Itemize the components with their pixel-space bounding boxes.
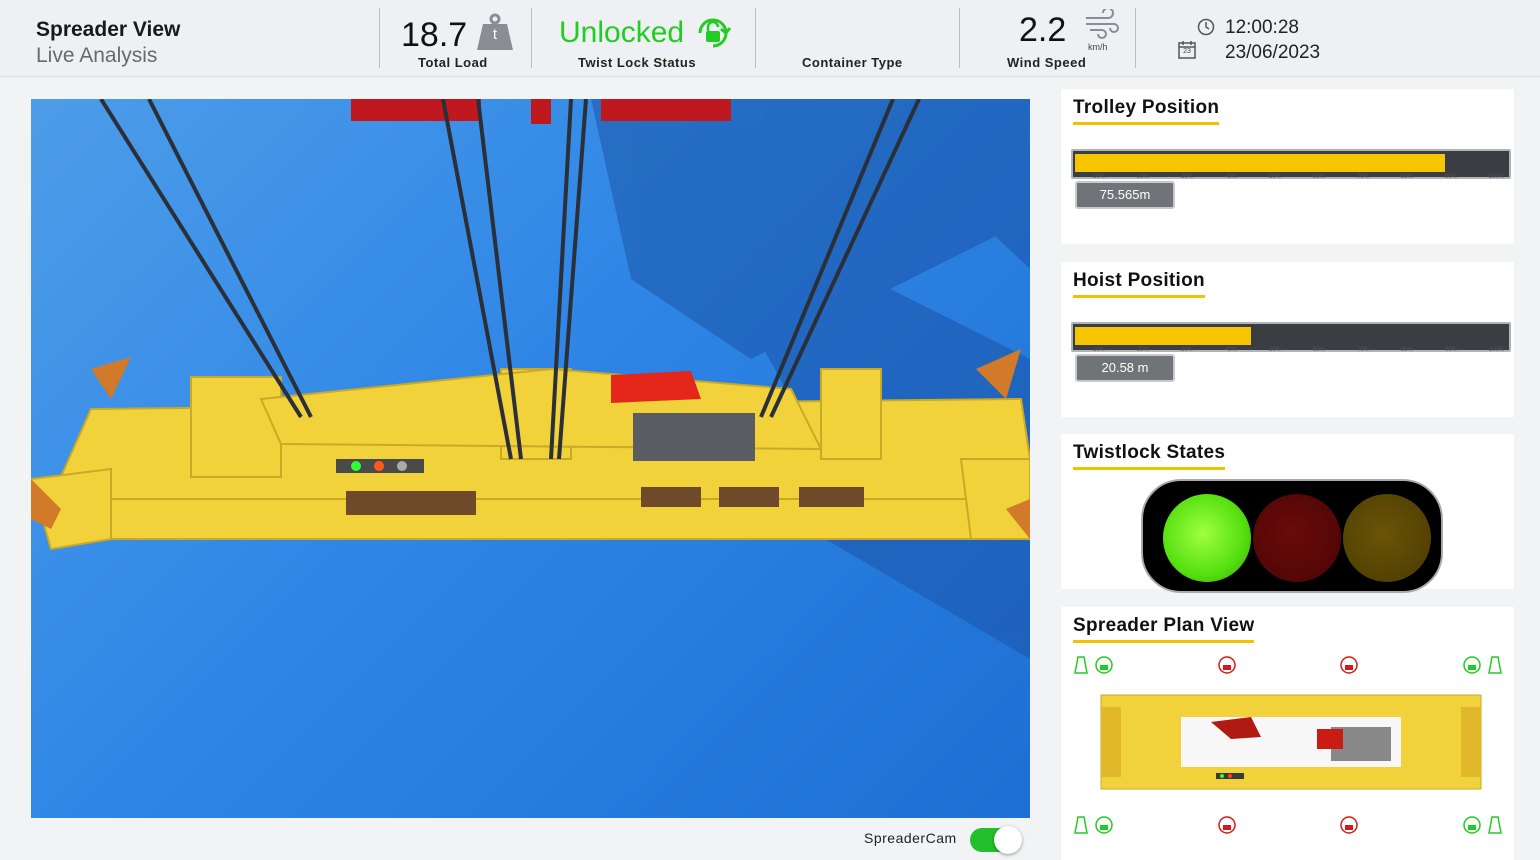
- twistlock-states-title: Twistlock States: [1073, 442, 1226, 470]
- scale-tick-label: 70%: [1357, 174, 1370, 180]
- twist-lock-status-value: Unlocked: [559, 16, 685, 49]
- calendar-icon: 23: [1177, 40, 1197, 60]
- scale-tick-label: 60%: [1313, 174, 1326, 180]
- spreader-red-light: [374, 461, 384, 471]
- control-box: [633, 413, 755, 461]
- hoist-position-fill: [1075, 327, 1252, 345]
- page-title: Spreader View: [36, 18, 181, 41]
- green-state-light: [1163, 494, 1251, 582]
- spreader-cam-toggle[interactable]: [970, 826, 1022, 854]
- hydraulic-unit: [611, 371, 701, 403]
- load-unit: t: [492, 26, 498, 43]
- hoist-position-panel: Hoist Position 10% 20% 30% 40% 50% 60% 70% 80% 9…: [1061, 262, 1514, 417]
- spreader-plan-view-title: Spreader Plan View: [1073, 615, 1255, 643]
- trolley-position-panel: Trolley Position 10% 20% 30% 40% 50% 60% 70% 80…: [1061, 89, 1514, 244]
- scale-tick-label: 80%: [1401, 174, 1414, 180]
- toggle-knob[interactable]: [994, 826, 1022, 854]
- scale-tick-label: 30%: [1181, 347, 1194, 353]
- scale-tick-label: 100%: [1489, 174, 1505, 180]
- calendar-day: 23: [1183, 48, 1191, 55]
- scale-tick-label: 40%: [1225, 347, 1238, 353]
- weight-icon: t: [475, 12, 515, 52]
- unlock-cycle-icon: [694, 14, 732, 52]
- divider: [379, 8, 380, 68]
- scale-tick-label: 50%: [1269, 174, 1282, 180]
- scale-tick-label: 70%: [1357, 347, 1370, 353]
- time-value: 12:00:28: [1225, 17, 1299, 38]
- scale-tick-label: 40%: [1225, 174, 1238, 180]
- scale-tick-label: 50%: [1269, 347, 1282, 353]
- scale-tick-label: 10%: [1093, 174, 1106, 180]
- twistlock-states-panel: Twistlock States: [1061, 434, 1514, 593]
- top-status-bar: Spreader View Live Analysis 18.7 t Total…: [0, 0, 1540, 77]
- scale-tick-label: 80%: [1401, 347, 1414, 353]
- clock-icon: [1196, 17, 1216, 37]
- scale-tick-label: 10%: [1093, 347, 1106, 353]
- wind-unit: km/h: [1088, 42, 1108, 52]
- trolley-body: [351, 99, 731, 124]
- spreader-frame: [31, 367, 1030, 551]
- divider: [531, 8, 532, 68]
- hoist-readout: 20.58 m: [1075, 354, 1175, 382]
- spreader-green-light: [351, 461, 361, 471]
- hoist-position-title: Hoist Position: [1073, 270, 1205, 298]
- trolley-position-fill: [1075, 154, 1445, 172]
- scale-tick-label: 90%: [1445, 174, 1458, 180]
- wind-speed-caption: Wind Speed: [1007, 55, 1087, 70]
- scale-tick-label: 60%: [1313, 347, 1326, 353]
- plan-spreader-body: [1100, 694, 1482, 790]
- scale-tick-label: 30%: [1181, 174, 1194, 180]
- plan-view-diagram: [1074, 656, 1502, 834]
- scale-tick-label: 20%: [1137, 174, 1150, 180]
- wind-speed-value: 2.2: [1019, 11, 1067, 49]
- traffic-light-housing: [1141, 479, 1443, 593]
- divider: [755, 8, 756, 68]
- divider: [959, 8, 960, 68]
- wind-icon: [1084, 7, 1120, 39]
- trolley-position-title: Trolley Position: [1073, 97, 1220, 125]
- scale-tick-label: 20%: [1137, 347, 1150, 353]
- total-load-caption: Total Load: [418, 55, 488, 70]
- scale-tick-label: 90%: [1445, 347, 1458, 353]
- spreader-grey-light: [397, 461, 407, 471]
- page-subtitle: Live Analysis: [36, 44, 158, 67]
- container-type-caption: Container Type: [802, 55, 903, 70]
- date-value: 23/06/2023: [1225, 42, 1321, 63]
- red-state-light: [1253, 494, 1341, 582]
- trolley-readout: 75.565m: [1075, 181, 1175, 209]
- twist-lock-caption: Twist Lock Status: [578, 55, 697, 70]
- spreader-plan-view-panel: Spreader Plan View: [1061, 607, 1514, 860]
- spreader-cam-label: SpreaderCam: [864, 830, 957, 846]
- spreader-camera-viewport[interactable]: [31, 99, 1030, 818]
- scale-tick-label: 100%: [1489, 347, 1505, 353]
- amber-state-light: [1343, 494, 1431, 582]
- total-load-value: 18.7: [401, 16, 468, 54]
- divider: [1135, 8, 1136, 68]
